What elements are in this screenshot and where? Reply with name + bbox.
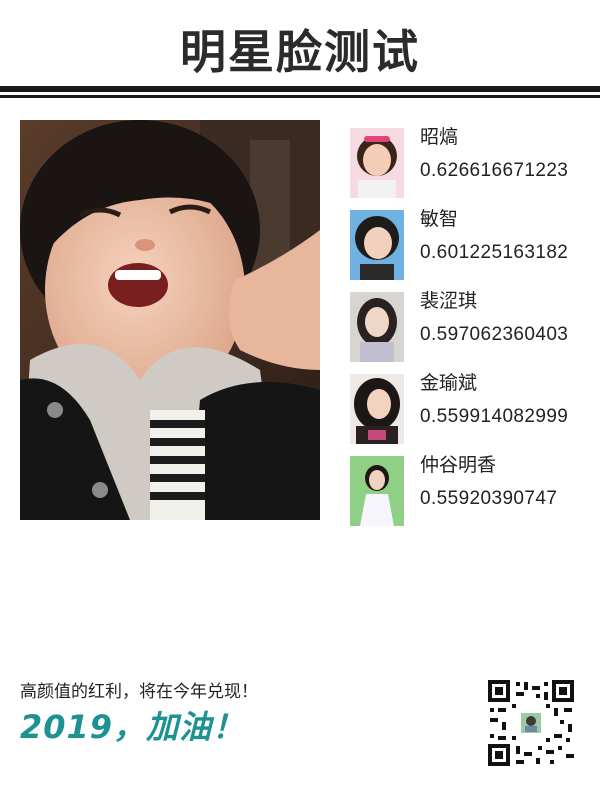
header-divider-thick bbox=[0, 86, 600, 92]
match-thumbnail bbox=[350, 374, 404, 444]
match-name: 昭熇 bbox=[420, 126, 459, 148]
match-thumbnail bbox=[350, 292, 404, 362]
main-photo bbox=[20, 120, 320, 520]
header: 明星脸测试 bbox=[0, 0, 600, 100]
match-name: 仲谷明香 bbox=[420, 454, 497, 476]
match-thumbnail bbox=[350, 456, 404, 526]
match-score: 0.55920390747 bbox=[420, 488, 558, 509]
match-score: 0.597062360403 bbox=[420, 324, 569, 345]
qr-code-icon[interactable] bbox=[486, 678, 576, 768]
match-item[interactable]: 昭熇 0.626616671223 bbox=[350, 120, 590, 202]
page-title: 明星脸测试 bbox=[180, 25, 420, 79]
match-name: 裴涩琪 bbox=[420, 290, 478, 312]
match-name: 敏智 bbox=[420, 208, 459, 230]
match-list: 昭熇 0.626616671223 敏智 0.601225163182 裴涩琪 … bbox=[350, 120, 590, 530]
match-item[interactable]: 裴涩琪 0.597062360403 bbox=[350, 284, 590, 366]
slogan: 2019，加油！ bbox=[20, 708, 246, 746]
match-item[interactable]: 敏智 0.601225163182 bbox=[350, 202, 590, 284]
tagline: 高颜值的红利，将在今年兑现！ bbox=[20, 682, 258, 702]
match-score: 0.626616671223 bbox=[420, 160, 569, 181]
match-score: 0.601225163182 bbox=[420, 242, 569, 263]
match-thumbnail bbox=[350, 128, 404, 198]
match-thumbnail bbox=[350, 210, 404, 280]
match-item[interactable]: 仲谷明香 0.55920390747 bbox=[350, 448, 590, 530]
match-item[interactable]: 金瑜斌 0.559914082999 bbox=[350, 366, 590, 448]
match-score: 0.559914082999 bbox=[420, 406, 569, 427]
match-name: 金瑜斌 bbox=[420, 372, 478, 394]
header-divider-thin bbox=[0, 95, 600, 98]
